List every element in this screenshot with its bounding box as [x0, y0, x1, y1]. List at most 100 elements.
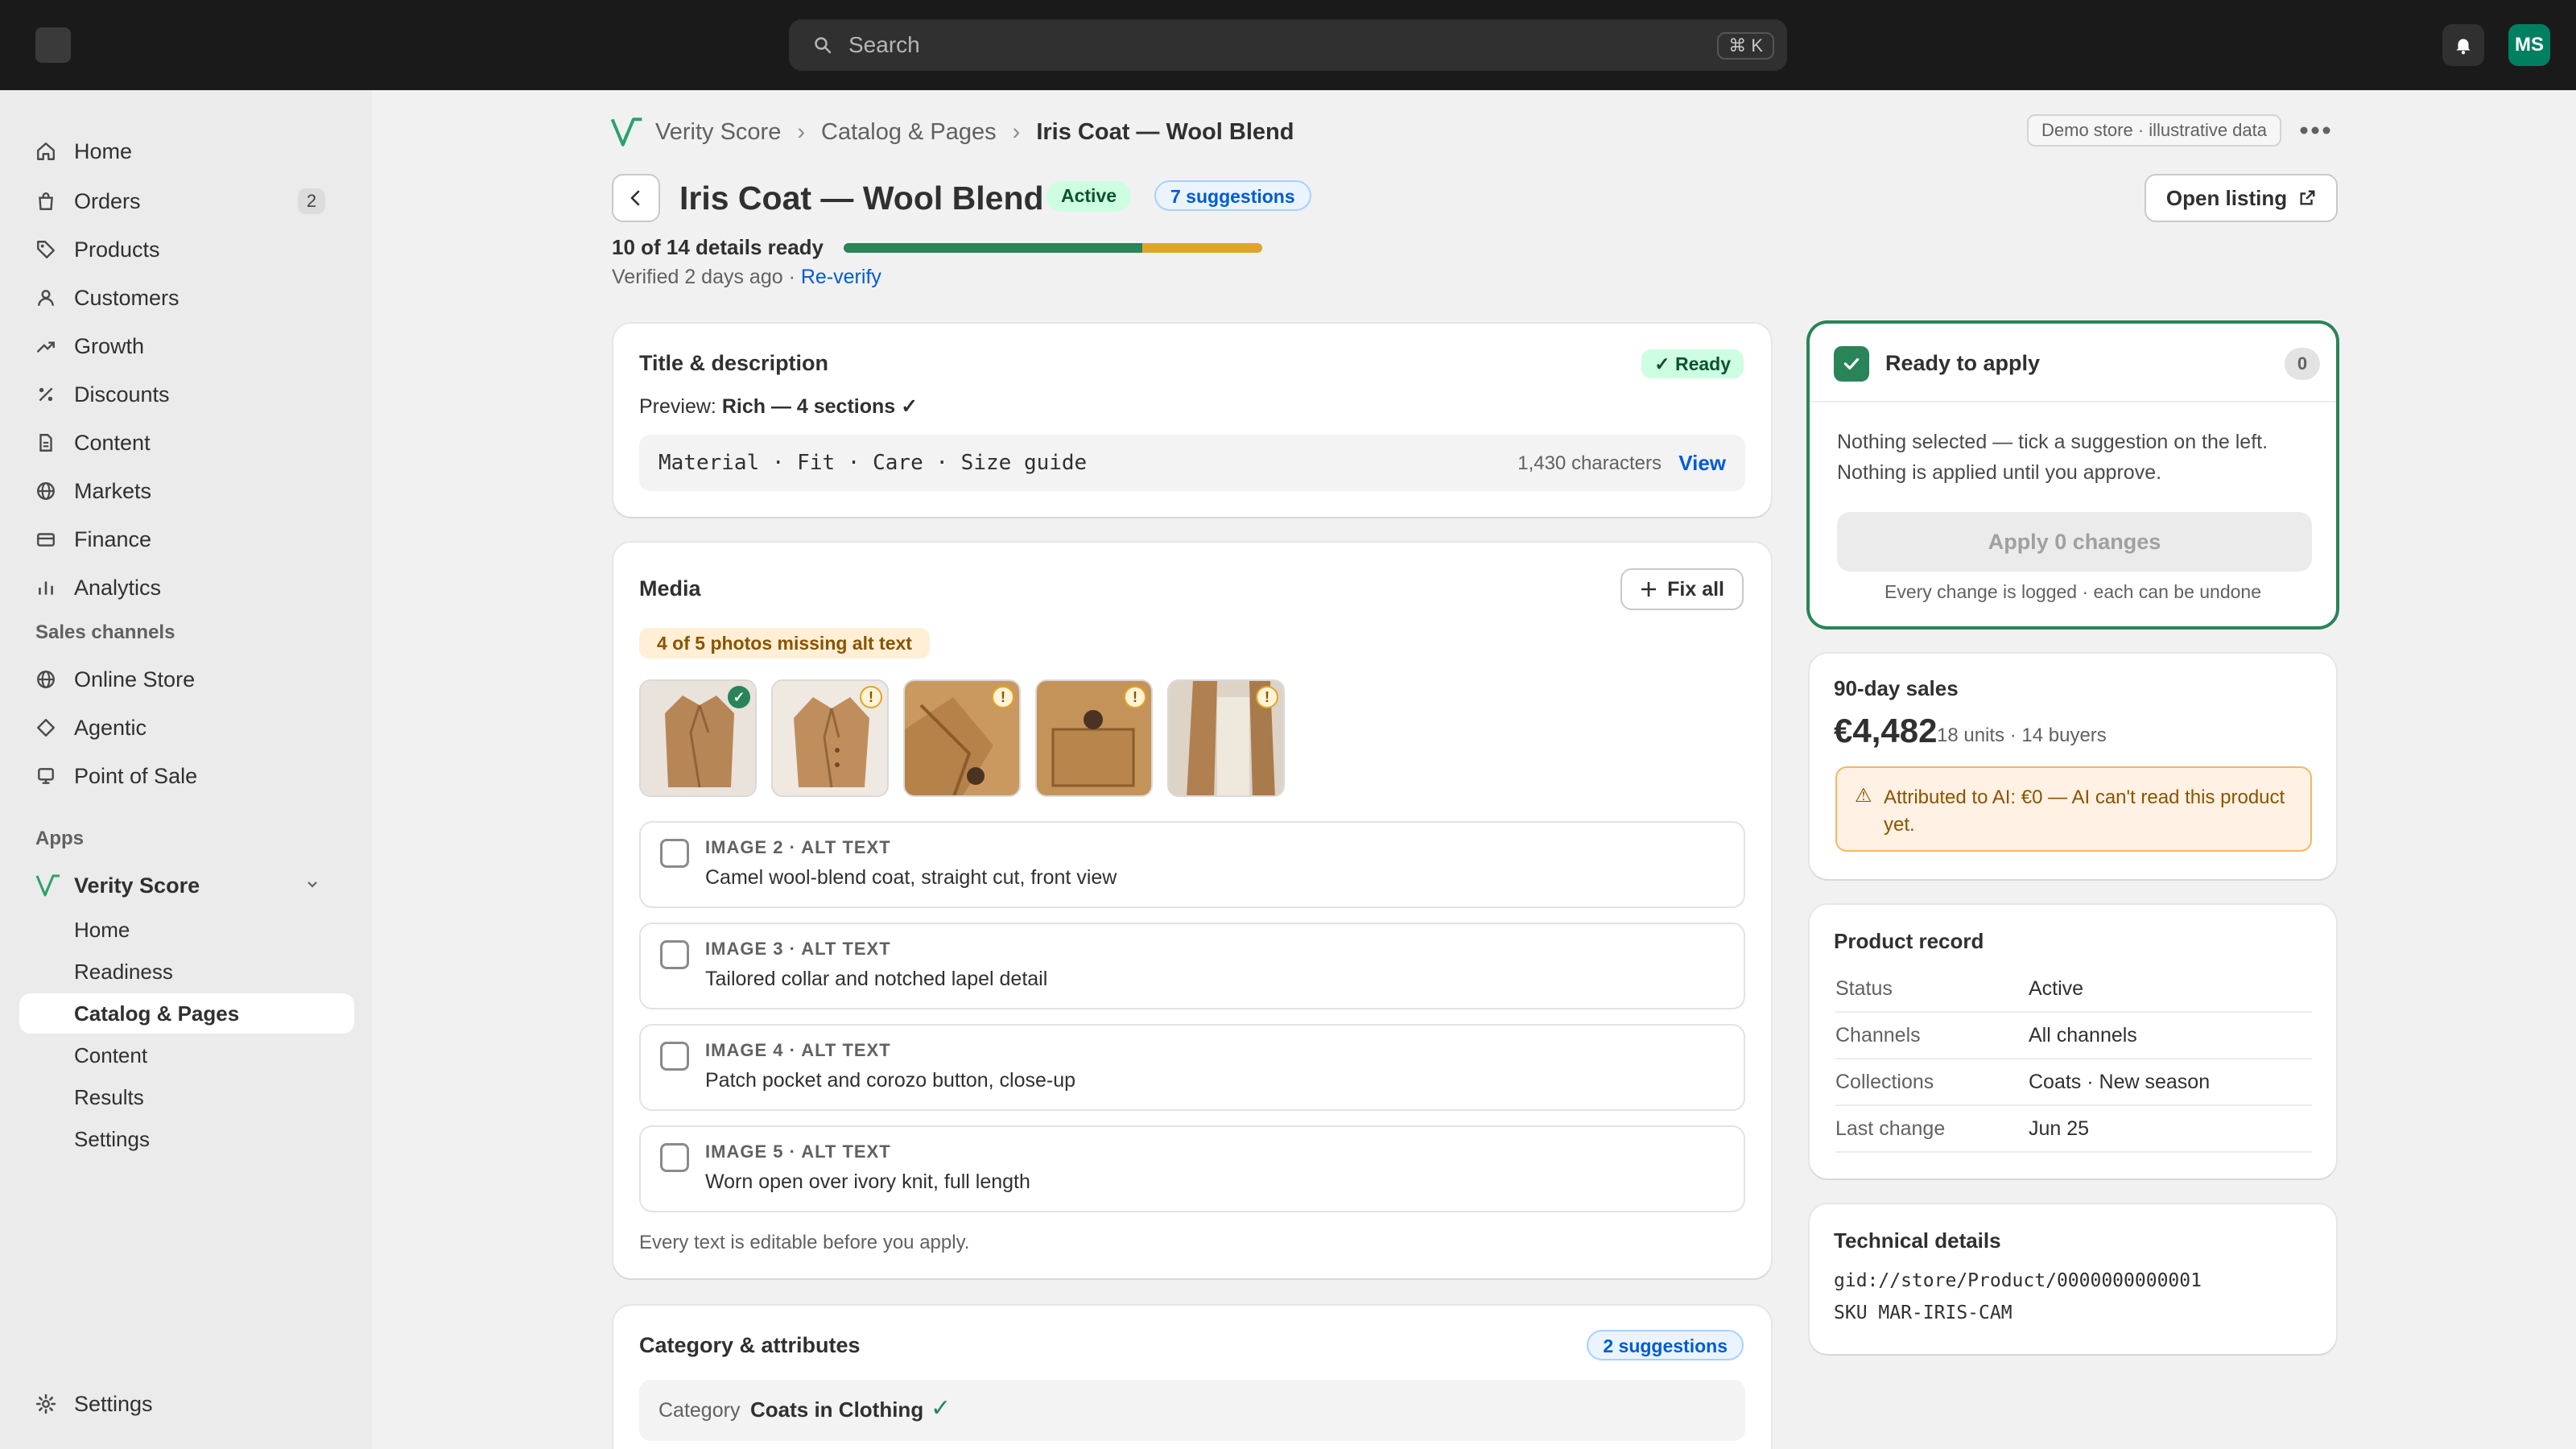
- search-bar[interactable]: Search ⌘ K: [789, 19, 1787, 71]
- back-button[interactable]: [612, 174, 660, 222]
- card-title: Product record: [1834, 929, 1984, 953]
- pos-icon: [19, 766, 74, 786]
- app-subitem-readiness[interactable]: Readiness: [19, 952, 354, 992]
- ai-attribution-warning: ⚠ Attributed to AI: €0 — AI can't read t…: [1835, 766, 2312, 852]
- sidebar-item-settings[interactable]: Settings: [19, 1383, 341, 1425]
- demo-store-tag: Demo store · illustrative data: [2027, 114, 2281, 147]
- sidebar-item-finance[interactable]: Finance: [19, 518, 341, 560]
- notifications-button[interactable]: [2442, 24, 2484, 66]
- sidebar-item-content[interactable]: Content: [19, 422, 341, 464]
- card-title: 90-day sales: [1834, 676, 1959, 700]
- avatar[interactable]: MS: [2508, 24, 2550, 66]
- app-subitem-home[interactable]: Home: [19, 910, 354, 950]
- sidebar-item-markets[interactable]: Markets: [19, 470, 341, 512]
- alt-text-value[interactable]: Patch pocket and corozo button, close-up: [705, 1069, 1075, 1092]
- alt-text-value[interactable]: Camel wool-blend coat, straight cut, fro…: [705, 866, 1117, 890]
- product-photo-2[interactable]: !: [771, 679, 889, 797]
- technical-details-card: Technical details gid://store/Product/00…: [1810, 1204, 2336, 1354]
- card-title: Media: [639, 576, 701, 601]
- alt-missing-icon: !: [1124, 686, 1146, 708]
- sidebar-item-analytics[interactable]: Analytics: [19, 567, 341, 609]
- sidebar-item-discounts[interactable]: Discounts: [19, 374, 341, 415]
- reverify-link[interactable]: Re-verify: [801, 266, 881, 288]
- breadcrumb-current: Iris Coat — Wool Blend: [1036, 118, 1294, 145]
- alt-text-row[interactable]: IMAGE 4 · ALT TEXT Patch pocket and coro…: [639, 1024, 1745, 1111]
- suggestion-checkbox[interactable]: [660, 940, 689, 969]
- more-actions-button[interactable]: [2296, 113, 2334, 148]
- plus-icon: [1641, 582, 1657, 597]
- open-listing-button[interactable]: Open listing: [2145, 174, 2338, 222]
- sidebar-item-verity-score[interactable]: Verity Score: [19, 865, 341, 906]
- app-subitem-content[interactable]: Content: [19, 1035, 354, 1075]
- globe-icon: [19, 481, 74, 502]
- app-subitem-catalog-pages[interactable]: Catalog & Pages: [19, 993, 354, 1034]
- sidebar-item-point-of-sale[interactable]: Point of Sale: [19, 755, 341, 797]
- progress-fill-ready: [844, 243, 1143, 253]
- alt-missing-icon: !: [992, 686, 1014, 708]
- view-link[interactable]: View: [1678, 451, 1726, 476]
- category-attributes-card: Category & attributes 2 suggestions Cate…: [613, 1306, 1771, 1449]
- search-shortcut: ⌘ K: [1717, 32, 1774, 60]
- suggestion-checkbox[interactable]: [660, 1143, 689, 1172]
- sidebar-item-products[interactable]: Products: [19, 229, 341, 270]
- app-subitem-settings[interactable]: Settings: [19, 1119, 354, 1159]
- check-icon: [1834, 346, 1869, 382]
- suggestions-badge[interactable]: 7 suggestions: [1154, 180, 1311, 211]
- sales-amount: €4,482: [1834, 712, 1938, 749]
- suggestion-checkbox[interactable]: [660, 1042, 689, 1071]
- bar-chart-icon: [19, 577, 74, 598]
- sidebar-item-customers[interactable]: Customers: [19, 277, 341, 319]
- percent-icon: [19, 384, 74, 405]
- missing-alt-badge: 4 of 5 photos missing alt text: [639, 628, 930, 658]
- alt-text-row[interactable]: IMAGE 5 · ALT TEXT Worn open over ivory …: [639, 1125, 1745, 1212]
- selected-count-badge: 0: [2285, 348, 2320, 380]
- document-icon: [19, 432, 74, 453]
- store-logo[interactable]: [35, 27, 71, 63]
- alt-text-value[interactable]: Worn open over ivory knit, full length: [705, 1170, 1030, 1194]
- status-badge: Active: [1046, 181, 1132, 212]
- apply-instructions: Nothing selected — tick a suggestion on …: [1837, 431, 2268, 484]
- alt-missing-icon: !: [1256, 686, 1278, 708]
- divider: [1810, 401, 2336, 402]
- orders-count-badge: 2: [298, 188, 325, 214]
- home-icon: [19, 141, 74, 162]
- apply-changes-button[interactable]: Apply 0 changes: [1837, 512, 2312, 572]
- verity-logo-icon: [19, 873, 74, 898]
- ready-badge: ✓ Ready: [1641, 349, 1744, 378]
- alt-text-value[interactable]: Tailored collar and notched lapel detail: [705, 968, 1047, 991]
- search-placeholder: Search: [848, 32, 920, 57]
- character-count: 1,430 characters: [1517, 452, 1662, 474]
- record-row: Channels All channels: [1835, 1013, 2312, 1059]
- bell-icon: [2456, 39, 2471, 55]
- app-subitem-results[interactable]: Results: [19, 1077, 354, 1117]
- category-row[interactable]: Category Coats in Clothing ✓: [639, 1380, 1745, 1441]
- alt-text-row[interactable]: IMAGE 3 · ALT TEXT Tailored collar and n…: [639, 923, 1745, 1009]
- sidebar-item-growth[interactable]: Growth: [19, 325, 341, 367]
- product-record-card: Product record Status Active Channels All …: [1810, 905, 2336, 1179]
- sidebar-item-agentic[interactable]: Agentic: [19, 707, 341, 749]
- globe-icon: [19, 669, 74, 690]
- warning-icon: ⚠: [1855, 785, 1872, 807]
- chevron-down-icon[interactable]: [304, 876, 320, 896]
- top-bar: Search ⌘ K MS: [0, 0, 2576, 90]
- product-photo-5[interactable]: !: [1167, 679, 1285, 797]
- alt-text-row[interactable]: IMAGE 2 · ALT TEXT Camel wool-blend coat…: [639, 821, 1745, 908]
- category-value: Coats in Clothing: [750, 1397, 924, 1422]
- fix-all-button[interactable]: Fix all: [1620, 568, 1744, 610]
- sidebar-item-online-store[interactable]: Online Store: [19, 658, 341, 700]
- suggestion-checkbox[interactable]: [660, 839, 689, 868]
- verity-logo-icon: [610, 116, 644, 148]
- product-photo-3[interactable]: !: [903, 679, 1021, 797]
- gear-icon: [19, 1393, 74, 1414]
- breadcrumb-section-link[interactable]: Catalog & Pages: [821, 119, 997, 146]
- product-photo-4[interactable]: !: [1035, 679, 1153, 797]
- sidebar-item-orders[interactable]: Orders 2: [19, 180, 341, 222]
- product-gid: gid://store/Product/0000000000001: [1834, 1270, 2202, 1291]
- apps-heading: Apps: [35, 828, 84, 849]
- suggestions-badge[interactable]: 2 suggestions: [1587, 1330, 1744, 1360]
- sidebar-item-home[interactable]: Home: [19, 130, 341, 172]
- breadcrumb-app-link[interactable]: Verity Score: [655, 119, 781, 146]
- card-title: Technical details: [1834, 1228, 2001, 1253]
- title-description-card: Title & description ✓ Ready Preview: Ric…: [613, 324, 1771, 517]
- product-photo-1[interactable]: ✓: [639, 679, 757, 797]
